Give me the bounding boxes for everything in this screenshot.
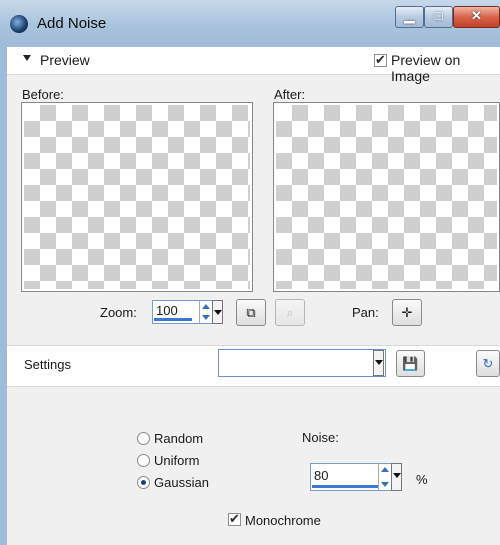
after-preview-pane[interactable]: [273, 102, 500, 292]
uniform-label: Uniform: [154, 453, 200, 468]
checkmark-icon: ✔: [229, 511, 240, 526]
zoom-disabled-button[interactable]: ⌕: [275, 299, 305, 326]
gaussian-label: Gaussian: [154, 475, 209, 490]
pan-label: Pan:: [352, 305, 379, 320]
settings-preset-dropdown[interactable]: [218, 349, 386, 377]
preview-section-label: Preview: [40, 52, 90, 68]
reset-button[interactable]: ↻: [476, 350, 500, 377]
noise-spinner[interactable]: [378, 464, 391, 490]
pan-button[interactable]: ✛: [392, 299, 422, 326]
spin-down-icon[interactable]: [381, 482, 389, 487]
app-icon: [10, 15, 28, 33]
noise-value: 80: [314, 468, 329, 483]
zoom-value-underline: [154, 318, 192, 321]
chevron-down-icon: [214, 310, 222, 315]
spin-up-icon[interactable]: [381, 467, 389, 472]
chevron-down-icon: [375, 360, 383, 365]
spin-down-icon[interactable]: [202, 315, 210, 320]
zoom-to-fit-icon: ⧉: [246, 305, 256, 320]
settings-dropdown-button[interactable]: [373, 350, 384, 376]
reset-icon: ↻: [482, 356, 494, 371]
zoom-label: Zoom:: [100, 305, 137, 320]
random-label: Random: [154, 431, 204, 446]
settings-label: Settings: [24, 357, 71, 372]
preview-on-image-checkbox[interactable]: ✔: [374, 52, 387, 67]
save-icon: 💾: [402, 356, 419, 371]
spin-up-icon[interactable]: [202, 304, 210, 309]
close-icon: ✕: [471, 8, 482, 23]
after-label: After:: [274, 87, 306, 102]
noise-dropdown-button[interactable]: [391, 463, 402, 491]
zoom-dropdown-button[interactable]: [212, 300, 223, 324]
noise-unit: %: [416, 472, 428, 487]
chevron-down-icon: [393, 473, 401, 478]
title-bar: Add Noise ▁ □ ✕: [0, 0, 500, 47]
maximize-button[interactable]: □: [424, 6, 453, 28]
random-radio[interactable]: [137, 432, 150, 445]
noise-label: Noise:: [302, 430, 339, 445]
zoom-input[interactable]: 100: [152, 300, 213, 324]
noise-input[interactable]: 80: [310, 463, 392, 491]
minimize-button[interactable]: ▁: [395, 6, 424, 28]
checkmark-icon: ✔: [375, 52, 386, 67]
save-preset-button[interactable]: 💾: [396, 350, 425, 377]
radio-selected-dot: [141, 480, 146, 485]
zoom-icon: ⌕: [286, 305, 294, 320]
zoom-spinner[interactable]: [199, 301, 212, 323]
zoom-to-fit-button[interactable]: ⧉: [236, 299, 266, 326]
close-button[interactable]: ✕: [453, 6, 500, 28]
zoom-value: 100: [156, 303, 178, 318]
minimize-icon: ▁: [404, 8, 415, 23]
noise-value-underline: [312, 485, 378, 488]
transparency-checkerboard: [276, 105, 497, 289]
collapse-triangle-icon[interactable]: [23, 55, 31, 61]
preview-section-header[interactable]: Preview ✔ Preview on Image: [7, 47, 500, 84]
transparency-checkerboard: [24, 105, 250, 289]
before-label: Before:: [22, 87, 64, 102]
gaussian-radio[interactable]: [137, 476, 150, 489]
preview-on-image-label: Preview on Image: [391, 52, 461, 84]
monochrome-checkbox[interactable]: ✔: [228, 511, 241, 526]
uniform-radio[interactable]: [137, 454, 150, 467]
maximize-icon: □: [434, 8, 443, 23]
monochrome-label: Monochrome: [245, 513, 321, 528]
window-title: Add Noise: [37, 15, 107, 32]
before-preview-pane[interactable]: [21, 102, 253, 292]
pan-icon: ✛: [401, 305, 413, 320]
